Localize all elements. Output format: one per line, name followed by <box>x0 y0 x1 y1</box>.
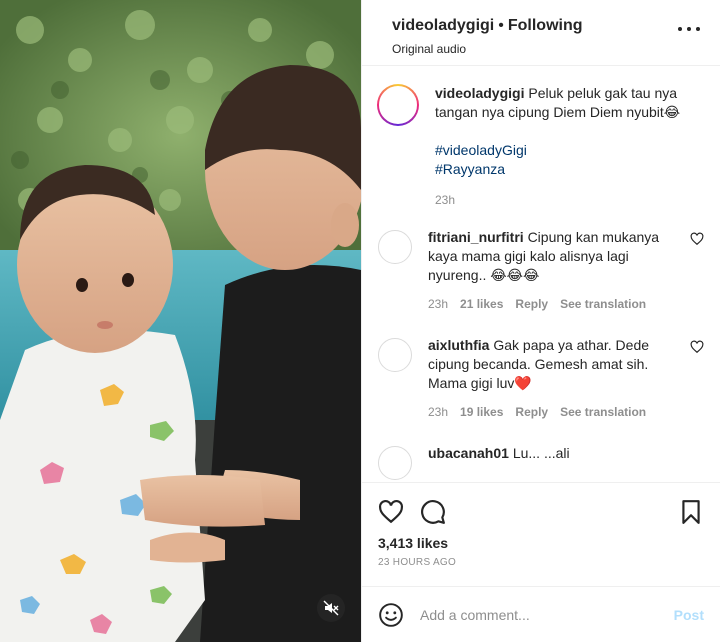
emoji-icon[interactable] <box>378 602 404 628</box>
mute-button[interactable] <box>317 594 345 622</box>
post-actions: 3,413 likes 23 HOURS AGO <box>362 482 720 586</box>
more-dot <box>687 27 691 31</box>
following-button[interactable]: Following <box>508 17 583 34</box>
video-frame <box>0 0 361 642</box>
see-translation-link[interactable]: See translation <box>560 295 646 314</box>
reply-button[interactable]: Reply <box>515 403 548 422</box>
post-timestamp[interactable]: 23 HOURS AGO <box>378 557 704 568</box>
comment-username[interactable]: fitriani_nurfitri <box>428 229 524 245</box>
speaker-muted-icon <box>323 600 339 616</box>
heart-icon[interactable] <box>378 499 404 525</box>
more-dot <box>696 27 700 31</box>
comment-heart-icon[interactable] <box>690 340 704 354</box>
header-line: videoladygigi • Following <box>392 16 704 36</box>
more-dot <box>678 27 682 31</box>
comment-time[interactable]: 23h <box>428 295 448 314</box>
post-comment-button[interactable]: Post <box>674 607 704 623</box>
comment-body: aixluthfia Gak papa ya athar. Dede cipun… <box>428 336 704 422</box>
hashtag-link[interactable]: #videoladyGigi <box>435 141 704 160</box>
comment-meta: 23h 19 likes Reply See translation <box>428 403 682 422</box>
caption-time[interactable]: 23h <box>435 191 455 210</box>
post-header: videoladygigi • Following Original audio <box>362 0 720 66</box>
header-username[interactable]: videoladygigi <box>392 17 494 34</box>
comment-username[interactable]: ubacanah01 <box>428 445 509 461</box>
instagram-post: videoladygigi • Following Original audio v… <box>0 0 720 642</box>
comment-body: ubacanah01 Lu... ...ali <box>428 444 704 480</box>
comment-likes[interactable]: 21 likes <box>460 295 503 314</box>
comment-avatar[interactable] <box>378 338 412 372</box>
caption: videoladygigi Peluk peluk gak tau nya ta… <box>377 84 704 210</box>
comment-time[interactable]: 23h <box>428 403 448 422</box>
reply-button[interactable]: Reply <box>515 295 548 314</box>
caption-body: videoladygigi Peluk peluk gak tau nya ta… <box>435 84 704 210</box>
add-comment-bar: Post <box>362 586 720 642</box>
bookmark-icon[interactable] <box>678 499 704 525</box>
caption-avatar[interactable] <box>377 84 419 126</box>
more-options-icon[interactable] <box>678 22 700 36</box>
video-player[interactable] <box>0 0 361 642</box>
caption-meta: 23h <box>435 191 704 210</box>
add-comment-input[interactable] <box>420 606 674 623</box>
comment-body: fitriani_nurfitri Cipung kan mukanya kay… <box>428 228 704 314</box>
likes-count[interactable]: 3,413 likes <box>378 535 704 551</box>
comment-likes[interactable]: 19 likes <box>460 403 503 422</box>
original-audio-link[interactable]: Original audio <box>392 42 704 56</box>
comment-username[interactable]: aixluthfia <box>428 337 489 353</box>
hashtag-link[interactable]: #Rayyanza <box>435 160 704 179</box>
comments-section[interactable]: videoladygigi Peluk peluk gak tau nya ta… <box>362 66 720 482</box>
comment-item: fitriani_nurfitri Cipung kan mukanya kay… <box>378 228 704 314</box>
comment-item: aixluthfia Gak papa ya athar. Dede cipun… <box>378 336 704 422</box>
comment-avatar[interactable] <box>378 230 412 264</box>
action-icons <box>378 497 704 527</box>
header-separator: • <box>498 17 504 34</box>
comment-avatar[interactable] <box>378 446 412 480</box>
comment-icon[interactable] <box>420 499 446 525</box>
see-translation-link[interactable]: See translation <box>560 403 646 422</box>
comment-text: Lu... ...ali <box>512 445 570 461</box>
comment-heart-icon[interactable] <box>690 232 704 246</box>
comment-meta: 23h 21 likes Reply See translation <box>428 295 682 314</box>
comment-item-partial: ubacanah01 Lu... ...ali <box>378 444 704 480</box>
caption-username[interactable]: videoladygigi <box>435 85 524 101</box>
post-side-panel: videoladygigi • Following Original audio v… <box>361 0 720 642</box>
